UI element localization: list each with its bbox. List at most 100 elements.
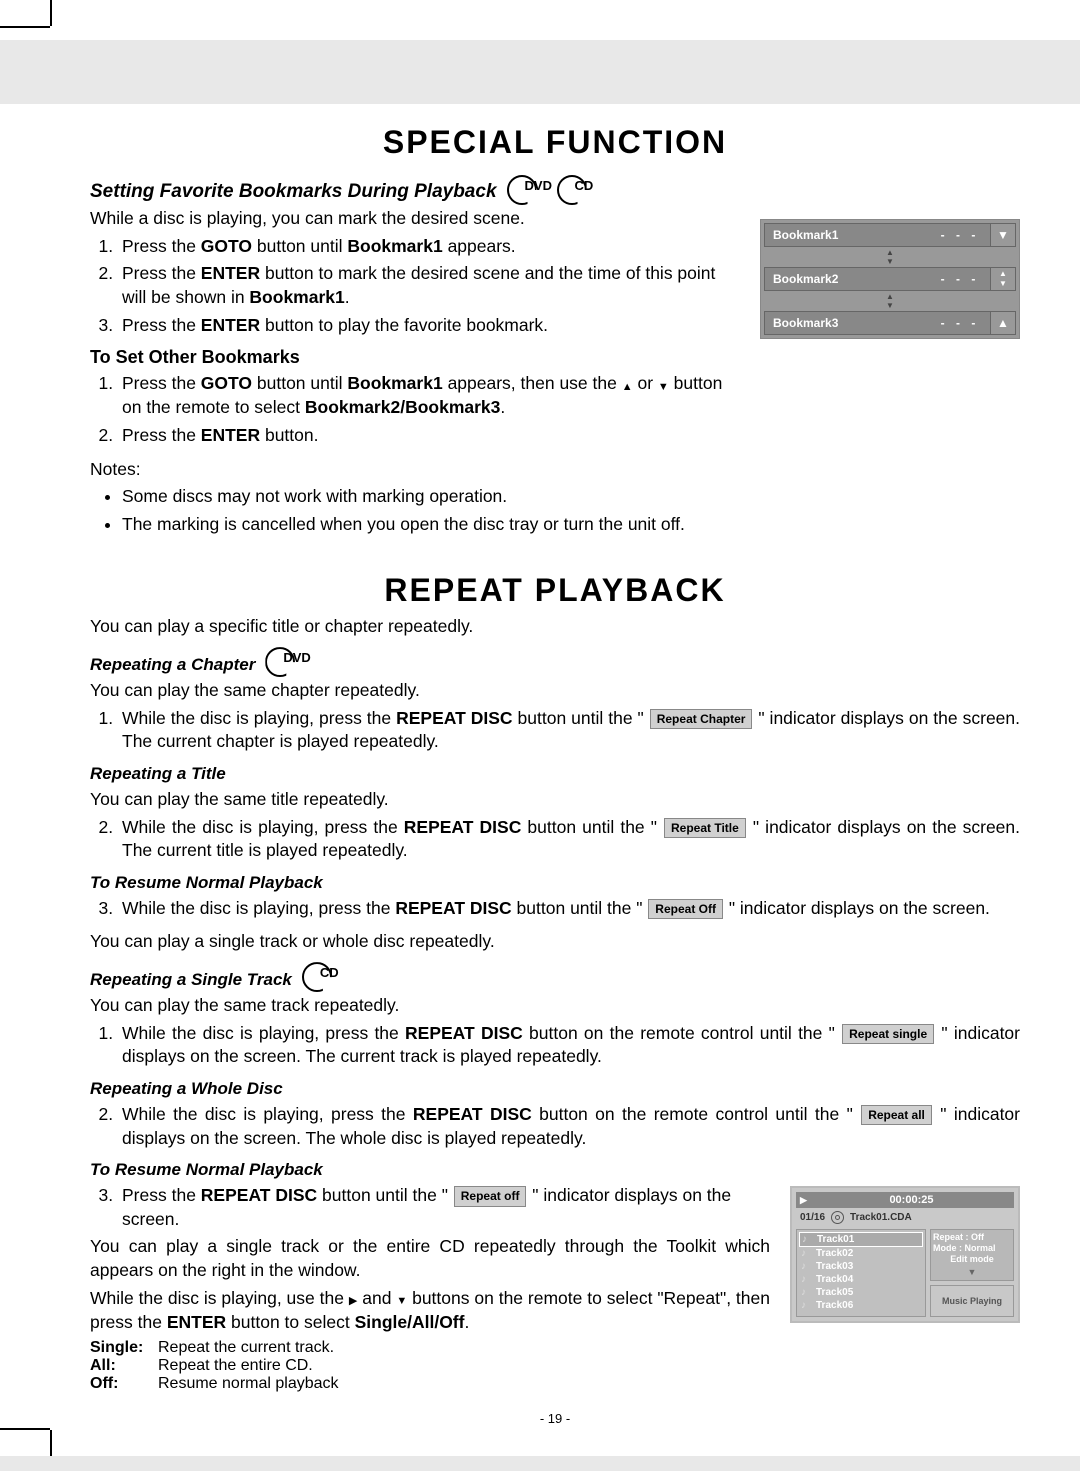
toolkit-track-count: 01/16	[800, 1212, 825, 1223]
repeat-single-intro: You can play the same track repeatedly.	[90, 994, 1020, 1018]
osd-indicator-box: Repeat Chapter	[650, 709, 753, 729]
music-note-icon: ♪	[801, 1274, 812, 1285]
music-note-icon: ♪	[801, 1287, 812, 1298]
repeat-title-intro: You can play the same title repeatedly.	[90, 788, 1020, 812]
manual-page: SPECIAL FUNCTION Setting Favorite Bookma…	[0, 0, 1080, 1456]
list-item: Press the ENTER button to mark the desir…	[118, 262, 740, 309]
list-item: Press the REPEAT DISC button until the "…	[118, 1184, 770, 1231]
definition-row: Off:Resume normal playback	[90, 1375, 770, 1393]
list-item: Press the ENTER button to play the favor…	[118, 314, 740, 338]
list-item: Some discs may not work with marking ope…	[122, 485, 740, 509]
osd-indicator-box: Repeat off	[454, 1186, 527, 1206]
crop-mark	[50, 0, 52, 26]
bookmark-row: Bookmark2 - - - ▲▼	[764, 267, 1016, 291]
bookmark-name: Bookmark2	[765, 272, 930, 286]
toolkit-paragraph: You can play a single track or the entir…	[90, 1235, 770, 1282]
down-triangle-icon: ▼	[933, 1267, 1011, 1278]
section-heading-special-function: SPECIAL FUNCTION	[90, 124, 1020, 161]
toolkit-info-row: 01/16 Track01.CDA	[796, 1208, 1014, 1227]
subheading-repeat-single-track: Repeating a Single Track	[90, 970, 292, 990]
bookmark-name: Bookmark3	[765, 316, 930, 330]
subheading-repeat-whole-disc: Repeating a Whole Disc	[90, 1079, 1020, 1099]
toolkit-titlebar: ▶ 00:00:25	[796, 1192, 1014, 1208]
notes-list: Some discs may not work with marking ope…	[90, 485, 740, 536]
updown-triangle-icon: ▲▼	[990, 268, 1015, 290]
list-item: ♪Track03	[799, 1260, 923, 1273]
resume2-steps: Press the REPEAT DISC button until the "…	[90, 1184, 770, 1231]
up-triangle-icon	[622, 373, 633, 397]
definition-row: All:Repeat the entire CD.	[90, 1357, 770, 1375]
nav-arrows-icon: ▲▼	[763, 292, 1017, 310]
subheading-other-bookmarks: To Set Other Bookmarks	[90, 347, 740, 368]
osd-indicator-box: Repeat Title	[664, 818, 746, 838]
subheading-repeat-title: Repeating a Title	[90, 764, 1020, 784]
down-triangle-icon	[658, 373, 669, 397]
list-item: Press the ENTER button.	[118, 424, 740, 448]
repeat-chapter-intro: You can play the same chapter repeatedly…	[90, 679, 1020, 703]
up-triangle-icon: ▲	[990, 312, 1015, 334]
list-item: While the disc is playing, press the REP…	[118, 897, 1020, 921]
bookmark-value: - - -	[930, 228, 990, 242]
bookmark-row: Bookmark1 - - - ▼	[764, 223, 1016, 247]
definition-row: Single:Repeat the current track.	[90, 1339, 770, 1357]
repeat-title-steps: While the disc is playing, press the REP…	[90, 816, 1020, 863]
list-item: While the disc is playing, press the REP…	[118, 1103, 1020, 1150]
list-item: ♪Track06	[799, 1299, 923, 1312]
subheading-repeat-chapter: Repeating a Chapter	[90, 655, 255, 675]
toolkit-status-box: Music Playing	[930, 1285, 1014, 1317]
toolkit-filename: Track01.CDA	[850, 1212, 912, 1223]
toolkit-edit-mode: Edit mode	[933, 1254, 1011, 1265]
crop-mark	[0, 1428, 50, 1430]
list-item: While the disc is playing, press the REP…	[118, 1022, 1020, 1069]
bookmarks-steps: Press the GOTO button until Bookmark1 ap…	[90, 235, 740, 338]
repeat-single-steps: While the disc is playing, press the REP…	[90, 1022, 1020, 1069]
toolkit-window: ▶ 00:00:25 01/16 Track01.CDA ♪Track01 ♪T…	[790, 1186, 1020, 1323]
list-item: ♪Track02	[799, 1247, 923, 1260]
down-triangle-icon: ▼	[990, 224, 1015, 246]
repeat-chapter-steps: While the disc is playing, press the REP…	[90, 707, 1020, 754]
nav-arrows-icon: ▲▼	[763, 248, 1017, 266]
header-band	[0, 40, 1080, 104]
bookmark-row: Bookmark3 - - - ▲	[764, 311, 1016, 335]
single-track-pre: You can play a single track or whole dis…	[90, 930, 1020, 954]
toolkit-track-list: ♪Track01 ♪Track02 ♪Track03 ♪Track04 ♪Tra…	[796, 1229, 926, 1317]
subheading-bookmarks: Setting Favorite Bookmarks During Playba…	[90, 181, 497, 203]
toolkit-mode-status: Mode : Normal	[933, 1243, 1011, 1254]
toolkit-mode-box: Repeat : Off Mode : Normal Edit mode ▼	[930, 1229, 1014, 1281]
section-heading-repeat-playback: REPEAT PLAYBACK	[90, 572, 1020, 609]
play-icon: ▶	[800, 1195, 807, 1206]
dvd-icon: DVD	[265, 647, 305, 675]
crop-mark	[0, 26, 50, 28]
crop-mark	[50, 1430, 52, 1456]
down-triangle-icon	[396, 1287, 407, 1311]
music-note-icon: ♪	[801, 1261, 812, 1272]
repeat-intro: You can play a specific title or chapter…	[90, 615, 1020, 639]
toolkit-repeat-status: Repeat : Off	[933, 1232, 1011, 1243]
cd-icon: CD	[557, 175, 597, 203]
bookmark-name: Bookmark1	[765, 228, 930, 242]
bookmark-osd-panel: Bookmark1 - - - ▼ ▲▼ Bookmark2 - - - ▲▼ …	[760, 219, 1020, 339]
subheading-resume-normal-2: To Resume Normal Playback	[90, 1160, 1020, 1180]
repeat-whole-steps: While the disc is playing, press the REP…	[90, 1103, 1020, 1150]
cd-icon: CD	[302, 962, 342, 990]
osd-indicator-box: Repeat single	[842, 1024, 934, 1044]
bookmark-value: - - -	[930, 272, 990, 286]
music-note-icon: ♪	[801, 1300, 812, 1311]
notes-label: Notes:	[90, 458, 740, 482]
osd-indicator-box: Repeat all	[861, 1105, 932, 1125]
osd-indicator-box: Repeat Off	[648, 899, 723, 919]
list-item: ♪Track05	[799, 1286, 923, 1299]
list-item: ♪Track01	[799, 1232, 923, 1247]
list-item: While the disc is playing, press the REP…	[118, 816, 1020, 863]
subheading-resume-normal: To Resume Normal Playback	[90, 873, 1020, 893]
toolkit-instructions: While the disc is playing, use the and b…	[90, 1287, 770, 1335]
bookmark-value: - - -	[930, 316, 990, 330]
list-item: The marking is cancelled when you open t…	[122, 513, 740, 537]
resume-steps: While the disc is playing, press the REP…	[90, 897, 1020, 921]
bookmarks-intro: While a disc is playing, you can mark th…	[90, 207, 740, 231]
list-item: Press the GOTO button until Bookmark1 ap…	[118, 372, 740, 420]
list-item: Press the GOTO button until Bookmark1 ap…	[118, 235, 740, 259]
music-note-icon: ♪	[801, 1248, 812, 1259]
cd-small-icon	[831, 1211, 844, 1224]
page-number: - 19 -	[90, 1411, 1020, 1426]
